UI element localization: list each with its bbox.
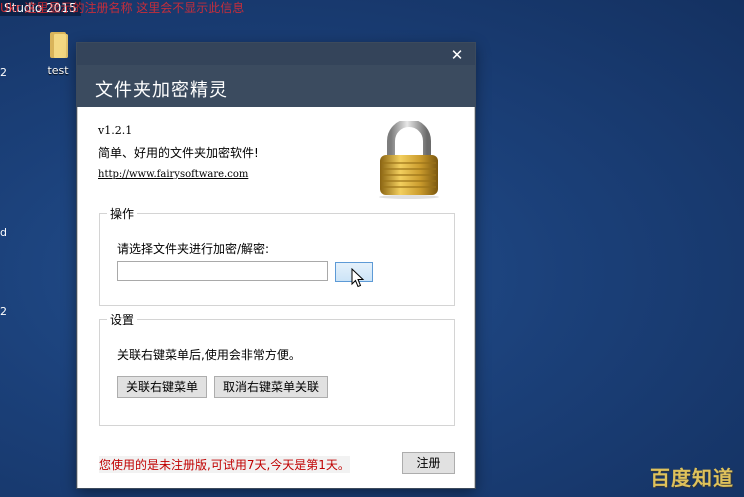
edge-label-3: 2 <box>0 305 7 318</box>
operation-group: 操作 请选择文件夹进行加密/解密: .. <box>99 205 455 306</box>
red-warning-text: Ukr 这里显示的注册名称 这里会不显示此信息 <box>0 1 245 15</box>
associate-context-menu-button[interactable]: 关联右键菜单 <box>117 376 207 398</box>
operation-legend: 操作 <box>107 205 138 222</box>
desktop-icon-test[interactable]: test <box>38 30 78 77</box>
settings-legend: 设置 <box>107 311 138 328</box>
website-link[interactable]: http://www.fairysoftware.com <box>98 169 248 180</box>
settings-group: 设置 关联右键菜单后,使用会非常方便。 关联右键菜单 取消右键菜单关联 <box>99 311 455 426</box>
mouse-cursor-icon <box>351 268 365 288</box>
version-label: v1.2.1 <box>98 124 133 137</box>
edge-label-2: d <box>0 226 7 239</box>
trial-status-text: 您使用的是未注册版,可试用7天,今天是第1天。 <box>99 456 350 473</box>
baidu-watermark: 百度知道 <box>650 466 734 490</box>
register-button[interactable]: 注册 <box>402 452 455 474</box>
folder-path-input[interactable] <box>117 261 328 281</box>
desktop-icon-label: test <box>47 64 69 77</box>
app-description: 简单、好用的文件夹加密软件! <box>98 146 259 160</box>
context-menu-tip: 关联右键菜单后,使用会非常方便。 <box>117 348 301 362</box>
unassociate-context-menu-button[interactable]: 取消右键菜单关联 <box>214 376 328 398</box>
select-folder-prompt: 请选择文件夹进行加密/解密: <box>117 242 270 256</box>
window-title: 文件夹加密精灵 <box>95 80 228 101</box>
folder-encryption-window: ✕ 文件夹加密精灵 v1.2.1 简单、好用的文件夹加密软件! http://w… <box>77 43 475 488</box>
title-bar[interactable]: ✕ 文件夹加密精灵 <box>77 43 475 107</box>
window-content: v1.2.1 简单、好用的文件夹加密软件! http://www.fairyso… <box>77 107 475 488</box>
edge-label-1: 2 <box>0 66 7 79</box>
close-button[interactable]: ✕ <box>449 47 465 63</box>
folder-icon <box>48 30 68 58</box>
padlock-icon <box>379 121 439 199</box>
